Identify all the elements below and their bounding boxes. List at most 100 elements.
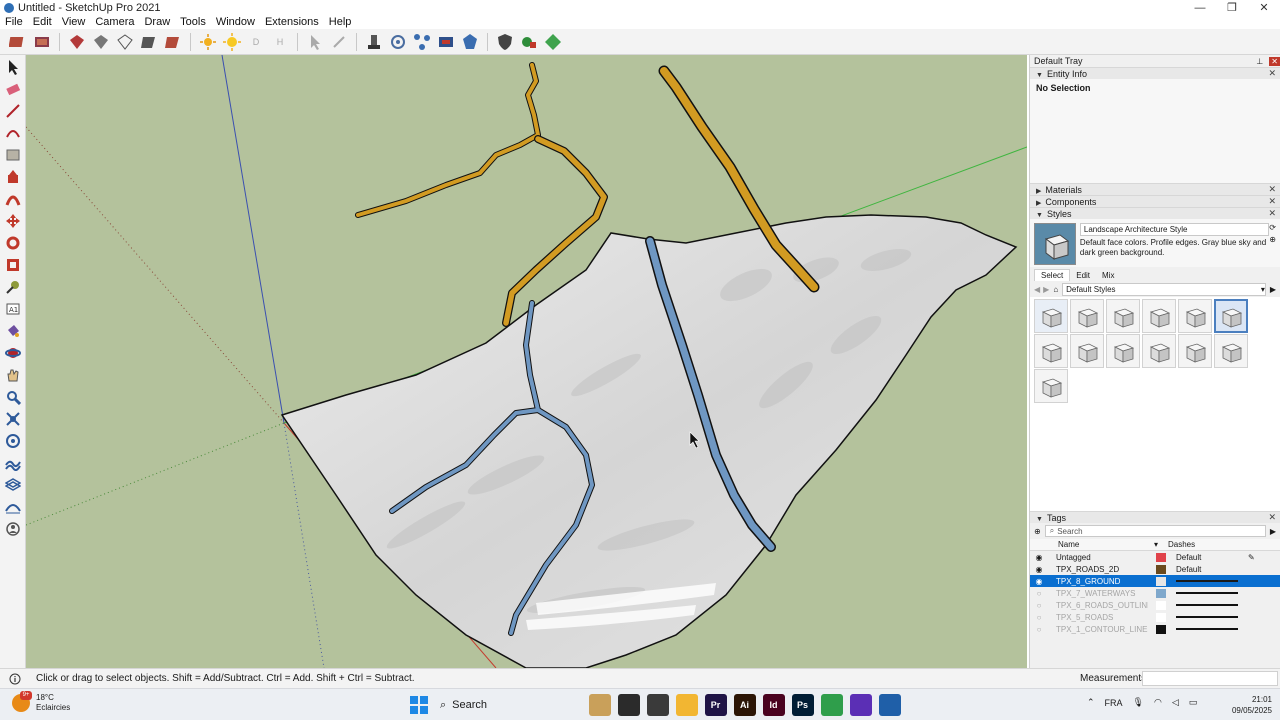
pencil-line-icon[interactable]: [2, 101, 24, 121]
sandbox-stamp-icon[interactable]: [364, 32, 384, 52]
sandbox-from-contours-icon[interactable]: [2, 453, 24, 473]
style-thumbnail[interactable]: [1178, 334, 1212, 368]
style-thumbnail[interactable]: [1106, 299, 1140, 333]
tag-dashes[interactable]: [1176, 616, 1246, 618]
zoom-magnifier-icon[interactable]: [2, 387, 24, 407]
date-d-icon[interactable]: D: [246, 32, 266, 52]
tape-measure-icon[interactable]: [2, 277, 24, 297]
tag-row[interactable]: ○ TPX_1_CONTOUR_LINES: [1030, 623, 1280, 635]
details-arrow-icon[interactable]: ▶: [1270, 285, 1276, 294]
tag-dashes[interactable]: Default: [1176, 565, 1246, 574]
gear-icon[interactable]: [388, 32, 408, 52]
style-thumbnail[interactable]: [1214, 299, 1248, 333]
close-button[interactable]: ✕: [1248, 0, 1280, 15]
tag-dashes[interactable]: [1176, 604, 1246, 606]
scale-arrow-icon[interactable]: [329, 32, 349, 52]
sandbox-grid-icon[interactable]: [2, 475, 24, 495]
illustrator-icon[interactable]: Ai: [733, 694, 756, 716]
select-tool-icon[interactable]: [2, 57, 24, 77]
menu-extensions[interactable]: Extensions: [260, 16, 324, 28]
close-icon[interactable]: ✕: [1268, 184, 1276, 195]
file-explorer-icon[interactable]: [675, 694, 698, 716]
tag-dashes[interactable]: [1176, 628, 1246, 630]
network-icon[interactable]: [412, 32, 432, 52]
details-arrow-icon[interactable]: ▶: [1270, 527, 1276, 536]
style-thumbnail[interactable]: [1070, 299, 1104, 333]
add-tag-icon[interactable]: ⊕: [1034, 527, 1041, 536]
text-tool-icon[interactable]: A1: [2, 299, 24, 319]
minimize-button[interactable]: —: [1184, 0, 1216, 15]
language-indicator[interactable]: FRA: [1105, 698, 1123, 708]
tags-search-input[interactable]: ⌕ Search: [1044, 525, 1266, 537]
style-wireframe-icon[interactable]: [91, 32, 111, 52]
extension-icon[interactable]: [460, 32, 480, 52]
style-name-field[interactable]: Landscape Architecture Style: [1079, 223, 1270, 236]
sun-icon[interactable]: [222, 32, 242, 52]
push-pull-icon[interactable]: [2, 167, 24, 187]
menu-file[interactable]: File: [0, 16, 28, 28]
home-icon[interactable]: ⌂: [1053, 285, 1058, 294]
visibility-eye-icon[interactable]: ◉: [1030, 565, 1048, 574]
terrain-model[interactable]: [26, 55, 1027, 668]
menu-edit[interactable]: Edit: [28, 16, 57, 28]
orbit-tool-icon[interactable]: [2, 343, 24, 363]
profile-builder-icon[interactable]: [519, 32, 539, 52]
style-thumbnail[interactable]: [1142, 299, 1176, 333]
tab-select[interactable]: Select: [1034, 269, 1071, 281]
tab-mix[interactable]: Mix: [1096, 270, 1120, 281]
clock[interactable]: 21:01 09/05/2025: [1222, 694, 1272, 716]
pan-hand-icon[interactable]: [2, 365, 24, 385]
tags-header[interactable]: ▼ Tags ✕: [1030, 511, 1280, 523]
menu-tools[interactable]: Tools: [175, 16, 211, 28]
info-icon[interactable]: [8, 672, 22, 686]
menu-window[interactable]: Window: [211, 16, 260, 28]
menu-help[interactable]: Help: [324, 16, 357, 28]
texture-icon[interactable]: [8, 32, 28, 52]
style-xray-icon[interactable]: [67, 32, 87, 52]
model-viewport[interactable]: [26, 55, 1027, 668]
hour-h-icon[interactable]: H: [270, 32, 290, 52]
style-thumbnail[interactable]: [1106, 334, 1140, 368]
materials-header[interactable]: ▶ Materials ✕: [1030, 183, 1280, 195]
tag-color-swatch[interactable]: [1156, 576, 1166, 586]
microphone-icon[interactable]: 🎙: [1133, 697, 1144, 708]
tag-color-swatch[interactable]: [1156, 624, 1166, 634]
style-update-icon[interactable]: ⟳: [1269, 223, 1276, 232]
maximize-button[interactable]: ❐: [1216, 0, 1248, 15]
widgets-icon[interactable]: [588, 694, 611, 716]
style-thumbnail[interactable]: [1034, 299, 1068, 333]
components-header[interactable]: ▶ Components ✕: [1030, 195, 1280, 207]
terrain-texture-icon[interactable]: [32, 32, 52, 52]
scale-tool-icon[interactable]: [2, 255, 24, 275]
style-thumbnail[interactable]: [1178, 299, 1212, 333]
road-left[interactable]: [355, 62, 541, 218]
forward-arrow-icon[interactable]: ▶: [1043, 285, 1049, 294]
menu-draw[interactable]: Draw: [139, 16, 175, 28]
chrome-icon[interactable]: [820, 694, 843, 716]
taskbar-search[interactable]: ⌕ Search: [440, 695, 580, 715]
wifi-icon[interactable]: ◠: [1154, 697, 1162, 708]
style-thumbnail[interactable]: [1142, 334, 1176, 368]
offset-icon[interactable]: [2, 189, 24, 209]
warehouse-globe-icon[interactable]: [2, 431, 24, 451]
indesign-icon[interactable]: Id: [762, 694, 785, 716]
name-column[interactable]: Name ▾: [1058, 540, 1158, 549]
account-icon[interactable]: [2, 519, 24, 539]
volume-icon[interactable]: ◁: [1172, 697, 1179, 708]
visibility-eye-icon[interactable]: ◉: [1030, 553, 1048, 562]
rotate-tool-icon[interactable]: [2, 233, 24, 253]
visibility-eye-icon[interactable]: ○: [1030, 613, 1048, 622]
sketchup-icon[interactable]: [878, 694, 901, 716]
style-shaded-textures-icon[interactable]: [163, 32, 183, 52]
warehouse-icon[interactable]: [436, 32, 456, 52]
menu-view[interactable]: View: [57, 16, 91, 28]
windows-start-icon[interactable]: [410, 696, 428, 714]
shadows-icon[interactable]: [198, 32, 218, 52]
tag-dashes[interactable]: [1176, 580, 1246, 582]
back-arrow-icon[interactable]: ◀: [1034, 285, 1040, 294]
menu-camera[interactable]: Camera: [90, 16, 139, 28]
tag-row[interactable]: ○ TPX_5_ROADS: [1030, 611, 1280, 623]
entity-info-header[interactable]: ▼ Entity Info ✕: [1030, 67, 1280, 79]
task-view-icon[interactable]: [617, 694, 640, 716]
style-thumbnail[interactable]: [1070, 334, 1104, 368]
